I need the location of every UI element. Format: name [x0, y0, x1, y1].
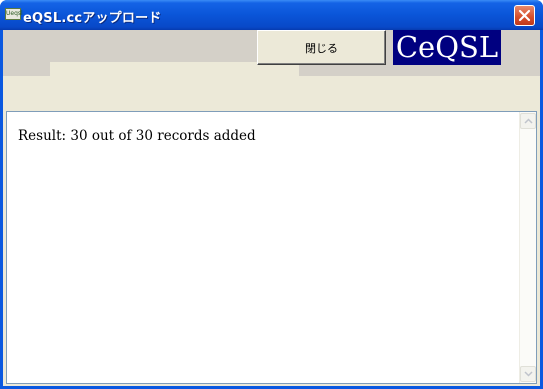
eqsl-logo: CeQSL: [393, 30, 501, 65]
scroll-up-button[interactable]: [520, 113, 536, 129]
app-icon: Ueqsl: [5, 8, 23, 20]
result-output[interactable]: Result: 30 out of 30 records added: [6, 111, 537, 384]
title-bar[interactable]: Ueqsl eQSL.ccアップロード: [0, 0, 543, 30]
close-button[interactable]: 閉じる: [257, 30, 386, 65]
app-window: Ueqsl eQSL.ccアップロード 閉じる CeQSL Result: 30…: [0, 0, 543, 389]
scroll-down-button[interactable]: [520, 366, 536, 382]
client-area: 閉じる CeQSL Result: 30 out of 30 records a…: [3, 30, 540, 386]
vertical-scrollbar[interactable]: [519, 112, 536, 383]
chevron-up-icon: [524, 118, 533, 124]
close-icon[interactable]: [514, 5, 535, 26]
window-title: eQSL.ccアップロード: [23, 11, 162, 26]
toolbar-panel-left-tab: [3, 62, 50, 76]
result-text: Result: 30 out of 30 records added: [18, 128, 256, 144]
chevron-down-icon: [524, 371, 533, 377]
app-icon-text: Ueqsl: [6, 10, 23, 17]
